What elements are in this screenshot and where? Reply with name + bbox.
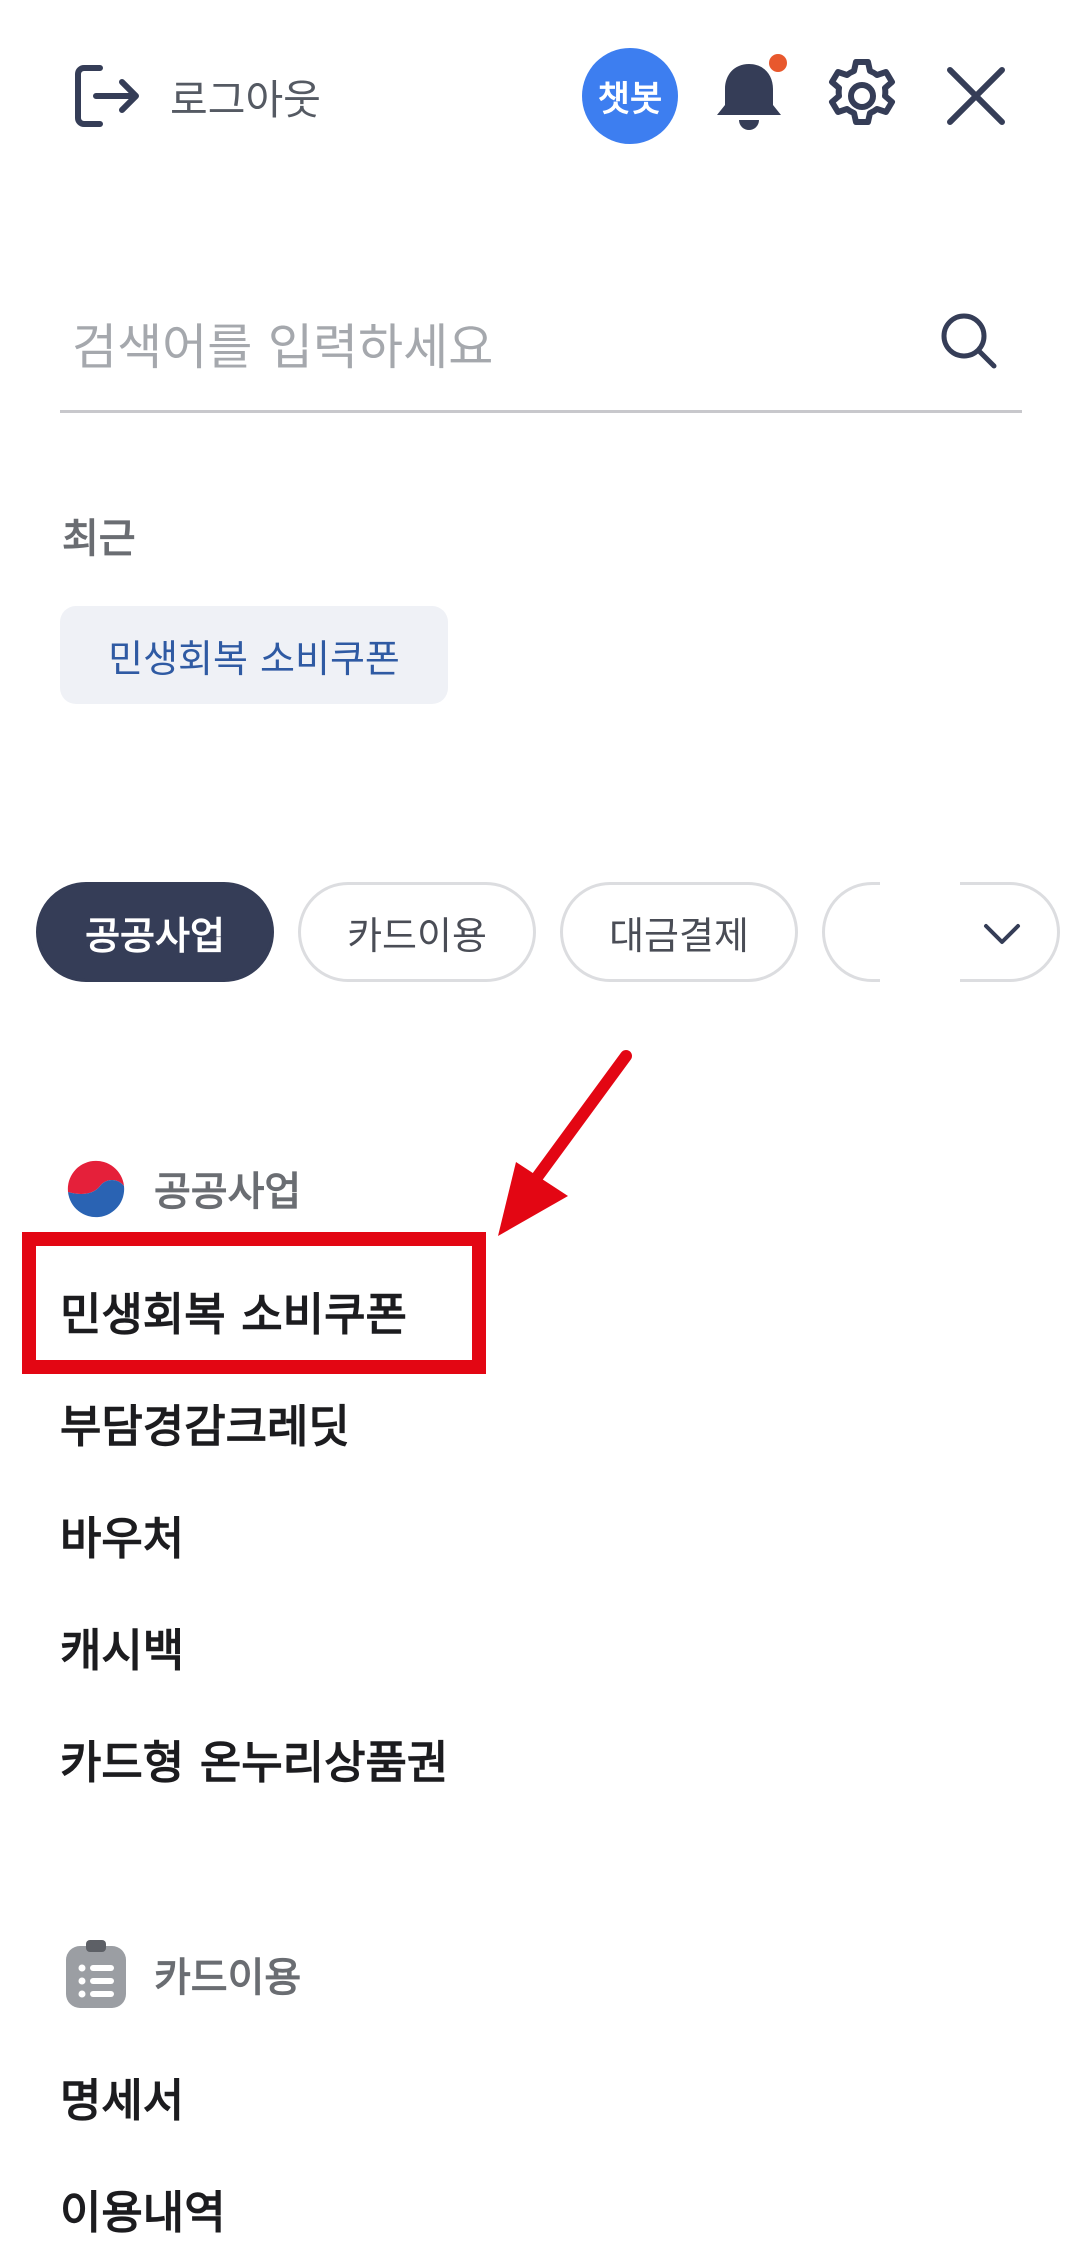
menu-item-burden-relief-credit[interactable]: 부담경감크레딧: [60, 1390, 350, 1455]
search-icon[interactable]: [930, 302, 1010, 382]
tab-public-projects[interactable]: 공공사업: [36, 882, 274, 982]
section-title-card-usage: 카드이용: [154, 1955, 302, 2001]
section-header-public-projects: 공공사업: [60, 1152, 301, 1224]
section-title-public-projects: 공공사업: [154, 1169, 302, 1215]
tab-payment[interactable]: 대금결제: [560, 882, 798, 982]
tabs-fade: [880, 882, 960, 986]
search-input[interactable]: [70, 310, 904, 384]
menu-item-statement[interactable]: 명세서: [60, 2064, 184, 2129]
korea-government-emblem-icon: [62, 1154, 130, 1222]
recent-title: 최근: [62, 516, 136, 562]
logout-label: 로그아웃: [170, 76, 321, 124]
logout-button[interactable]: 로그아웃: [70, 56, 321, 136]
section-header-card-usage: 카드이용: [60, 1938, 301, 2010]
highlight-annotation: [22, 1232, 486, 1374]
arrow-annotation-icon: [498, 1050, 632, 1236]
notification-dot: [769, 54, 787, 72]
chevron-down-icon[interactable]: [960, 892, 1044, 976]
category-tabs: 공공사업 카드이용 대금결제: [0, 882, 1080, 986]
menu-item-onnuri-voucher[interactable]: 카드형 온누리상품권: [60, 1726, 448, 1791]
recent-search-chip[interactable]: 민생회복 소비쿠폰: [60, 606, 448, 704]
menu-item-cashback[interactable]: 캐시백: [60, 1614, 184, 1679]
logout-icon: [75, 65, 139, 127]
menu-item-usage-history[interactable]: 이용내역: [60, 2176, 226, 2241]
search-bar: [60, 280, 1022, 413]
gear-icon[interactable]: [822, 56, 902, 136]
menu-screen: 로그아웃 챗봇 최근 민생회복 소비쿠폰 공공사업 카드이용: [0, 0, 1080, 2260]
top-bar: 로그아웃 챗봇: [0, 0, 1080, 200]
menu-item-voucher[interactable]: 바우처: [60, 1502, 184, 1567]
chatbot-button[interactable]: 챗봇: [582, 48, 678, 144]
tab-card-usage[interactable]: 카드이용: [298, 882, 536, 982]
clipboard-list-icon: [66, 1940, 126, 2008]
close-icon[interactable]: [940, 60, 1012, 132]
